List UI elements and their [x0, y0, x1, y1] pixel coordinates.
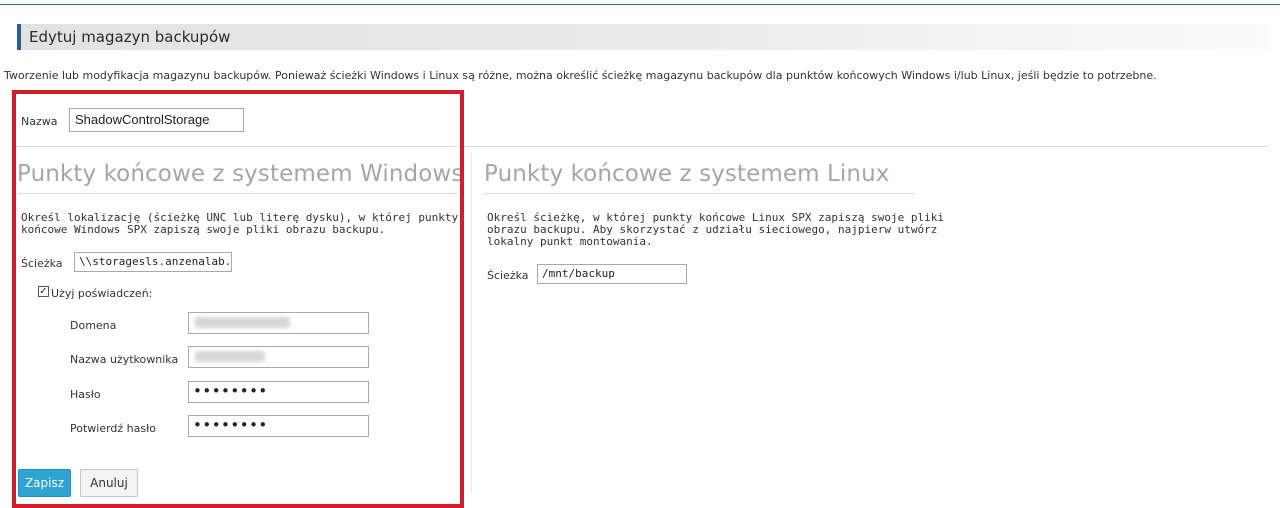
linux-section-heading: Punkty końcowe z systemem Linux	[484, 161, 890, 187]
top-rule	[0, 4, 1280, 5]
highlight-box	[12, 90, 464, 508]
linux-help-text: Określ ścieżkę, w której punkty końcowe …	[487, 212, 944, 248]
column-divider	[471, 152, 472, 492]
linux-heading-rule	[483, 193, 915, 194]
page-description: Tworzenie lub modyfikacja magazynu backu…	[4, 69, 1157, 82]
page-title: Edytuj magazyn backupów	[29, 28, 231, 46]
linux-path-input[interactable]: /mnt/backup	[537, 264, 687, 284]
linux-path-label: Ścieżka	[487, 269, 529, 282]
title-accent	[17, 24, 21, 50]
linux-help-line: lokalny punkt montowania.	[487, 235, 653, 248]
page-title-bar: Edytuj magazyn backupów	[17, 24, 1269, 50]
